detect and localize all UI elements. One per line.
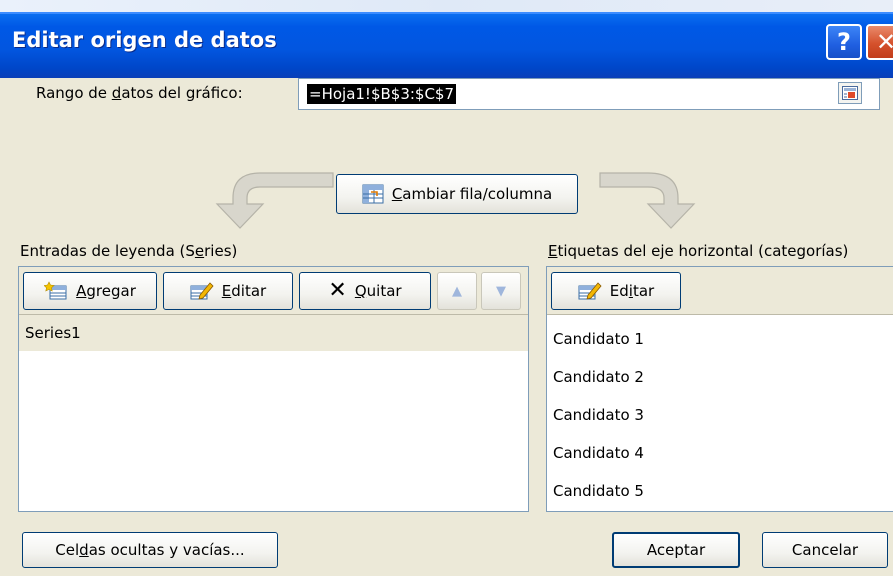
category-list-item[interactable]: Candidato 1 <box>553 320 644 358</box>
arrow-down-icon: ▼ <box>496 283 506 299</box>
cancel-button[interactable]: Cancelar <box>762 532 888 568</box>
move-up-button[interactable]: ▲ <box>437 272 477 310</box>
edit-icon <box>578 282 602 300</box>
collapse-dialog-button[interactable] <box>838 82 862 104</box>
range-input[interactable]: =Hoja1!$B$3:$C$7 <box>298 78 880 110</box>
range-value[interactable]: =Hoja1!$B$3:$C$7 <box>307 84 457 104</box>
title-bar[interactable]: Editar origen de datos ? ✕ <box>0 12 893 78</box>
edit-categories-button[interactable]: Editar <box>551 272 681 310</box>
legend-toolbar: Agregar Editar ✕ Quitar ▲ ▼ <box>19 267 528 315</box>
add-series-label: Agregar <box>76 282 136 300</box>
category-list-item[interactable]: Candidato 4 <box>553 434 644 472</box>
edit-series-button[interactable]: Editar <box>163 272 293 310</box>
remove-series-label: Quitar <box>354 282 402 300</box>
close-button[interactable]: ✕ <box>866 24 893 60</box>
hidden-empty-cells-label: Celdas ocultas y vacías... <box>55 541 245 559</box>
add-icon <box>44 281 67 300</box>
category-labels-panel: Editar Candidato 1 Candidato 2 Candidato… <box>546 266 893 512</box>
edit-series-label: Editar <box>221 282 267 300</box>
legend-entries-panel: Agregar Editar ✕ Quitar ▲ ▼ Series1 <box>18 266 529 512</box>
dialog-title: Editar origen de datos <box>12 28 277 52</box>
remove-icon: ✕ <box>328 278 347 303</box>
switch-row-column-label: Cambiar fila/columna <box>391 185 553 203</box>
category-list-item[interactable]: Candidato 5 <box>553 472 644 510</box>
switch-row-column-icon <box>362 184 384 204</box>
legend-entries-heading: Entradas de leyenda (Series) <box>20 242 238 260</box>
category-toolbar: Editar <box>547 267 893 315</box>
add-series-button[interactable]: Agregar <box>23 272 157 310</box>
right-curve-arrow-icon <box>599 172 696 229</box>
hidden-empty-cells-button[interactable]: Celdas ocultas y vacías... <box>22 532 278 568</box>
category-labels-heading: Etiquetas del eje horizontal (categorías… <box>548 242 849 260</box>
remove-series-button[interactable]: ✕ Quitar <box>299 272 431 310</box>
range-select-icon <box>842 86 858 100</box>
close-icon: ✕ <box>875 28 893 56</box>
arrow-up-icon: ▲ <box>452 283 462 299</box>
edit-categories-label: Editar <box>609 282 655 300</box>
category-list-item[interactable]: Candidato 2 <box>553 358 644 396</box>
edit-icon <box>190 282 214 300</box>
left-curve-arrow-icon <box>215 172 334 229</box>
category-list-item[interactable]: Candidato 3 <box>553 396 644 434</box>
switch-row-column-button[interactable]: Cambiar fila/columna <box>336 174 578 214</box>
range-label: Rango de datos del gráfico: <box>36 84 243 102</box>
help-icon: ? <box>837 28 851 56</box>
series-list-item[interactable]: Series1 <box>19 315 528 351</box>
help-button[interactable]: ? <box>826 24 862 60</box>
window-top-strip <box>0 0 893 12</box>
move-down-button[interactable]: ▼ <box>481 272 521 310</box>
ok-button[interactable]: Aceptar <box>612 532 740 568</box>
